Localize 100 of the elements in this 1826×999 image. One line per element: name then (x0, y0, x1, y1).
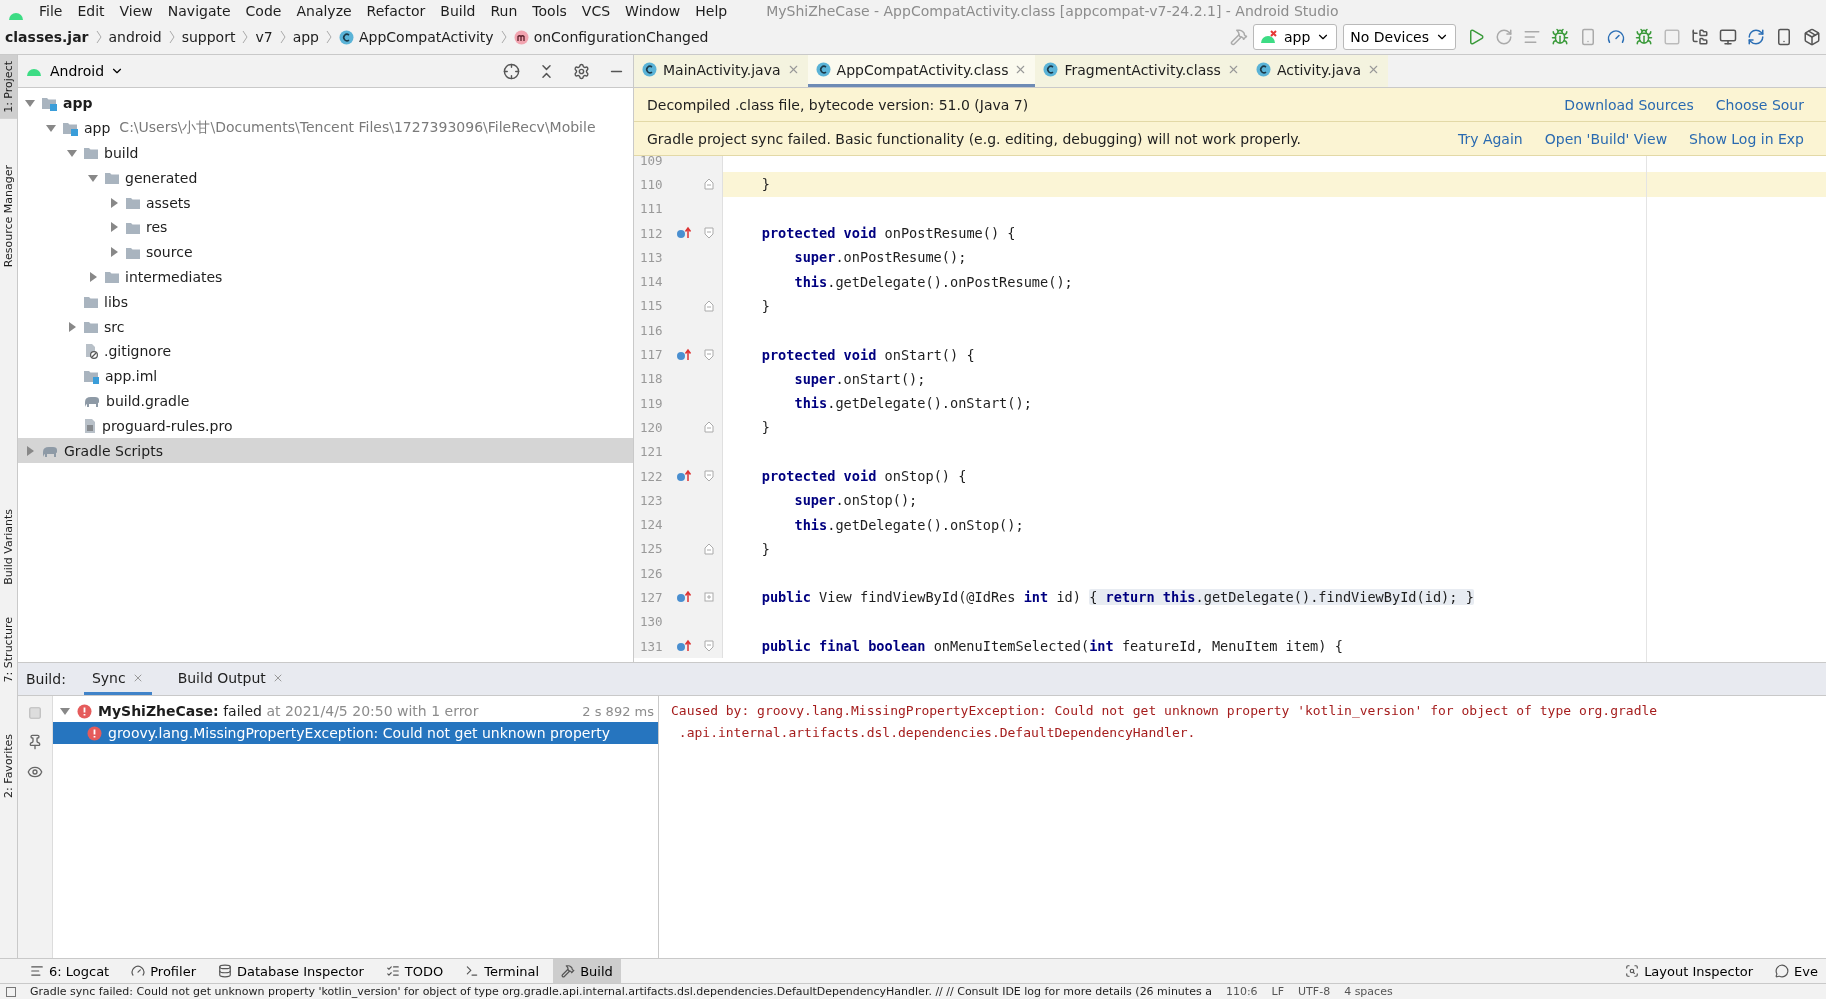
override-icon[interactable] (676, 226, 692, 241)
tool-window-button[interactable]: Layout Inspector (1617, 959, 1762, 983)
editor-tab[interactable]: Activity.java (1247, 55, 1389, 87)
fold-icon[interactable] (704, 640, 714, 653)
tree-item[interactable]: src (18, 314, 633, 339)
editor-tab[interactable]: MainActivity.java (634, 55, 808, 87)
device-dropdown[interactable]: No Devices (1343, 24, 1456, 50)
build-tree-item[interactable]: MyShiZheCase: failed at 2021/4/5 20:50 with 1 error 2 s 892 ms (53, 700, 658, 722)
expand-arrow-icon[interactable] (108, 246, 120, 259)
status-item[interactable]: UTF-8 (1298, 985, 1331, 998)
tree-item[interactable]: build (18, 140, 633, 166)
fold-icon[interactable] (704, 178, 714, 191)
tool-window-tab[interactable]: Resource Manager (0, 158, 17, 273)
menu-item[interactable]: VCS (581, 3, 611, 20)
tool-window-button[interactable]: Build (553, 959, 621, 983)
tool-window-tab[interactable]: 2: Favorites (0, 728, 17, 805)
expand-arrow-icon[interactable] (66, 320, 78, 333)
banner-link[interactable]: Open 'Build' View (1544, 130, 1668, 147)
tool-window-tab[interactable]: Build Variants (0, 503, 17, 591)
breadcrumb[interactable]: classes.jar (5, 29, 89, 45)
eye-icon[interactable] (27, 764, 43, 780)
tree-item[interactable]: Gradle Scripts (18, 438, 633, 463)
override-icon[interactable] (676, 469, 692, 483)
fold-icon[interactable] (704, 421, 714, 434)
menu-item[interactable]: Refactor (366, 3, 426, 20)
tree-item[interactable]: app (18, 91, 633, 116)
banner-link[interactable]: Download Sources (1564, 96, 1694, 113)
breadcrumb[interactable]: onConfigurationChanged (513, 29, 709, 45)
status-item[interactable]: LF (1271, 985, 1285, 998)
project-view-dropdown[interactable]: Android (50, 63, 125, 79)
override-icon[interactable] (676, 639, 692, 654)
tree-item[interactable]: assets (18, 190, 633, 215)
menu-item[interactable]: File (39, 3, 63, 20)
expand-arrow-icon[interactable] (108, 221, 120, 234)
tool-window-button[interactable]: Database Inspector (210, 959, 372, 983)
tree-item[interactable]: app.iml (18, 363, 633, 389)
menu-item[interactable]: Code (245, 3, 282, 20)
build-tab[interactable]: Build Output (169, 663, 292, 695)
pin-icon[interactable] (27, 734, 43, 750)
device-icon[interactable] (1775, 28, 1793, 46)
collapse-arrow-icon[interactable] (59, 705, 71, 717)
build-tab[interactable]: Sync (83, 663, 152, 695)
tree-item[interactable]: res (18, 215, 633, 240)
tree-item[interactable]: libs (18, 289, 633, 315)
tool-window-tab[interactable]: 7: Structure (0, 610, 17, 689)
tool-window-button[interactable]: TODO (377, 959, 452, 983)
menu-item[interactable]: Edit (77, 3, 105, 20)
override-icon[interactable] (676, 590, 692, 605)
debug-attach-icon[interactable] (1635, 28, 1653, 46)
tool-window-button[interactable]: 6: Logcat (22, 959, 118, 983)
breadcrumb[interactable]: android (108, 29, 162, 45)
expand-arrow-icon[interactable] (108, 196, 120, 209)
settings-icon[interactable] (573, 62, 590, 80)
editor-tab[interactable]: AppCompatActivity.class (807, 55, 1036, 87)
bug-icon[interactable] (1551, 28, 1569, 46)
menu-item[interactable]: Navigate (167, 3, 231, 20)
sync-icon[interactable] (1747, 28, 1765, 46)
profile-icon[interactable] (1607, 28, 1625, 46)
tree-item[interactable]: source (18, 239, 633, 265)
tree-item[interactable]: intermediates (18, 264, 633, 290)
expand-arrow-icon[interactable] (24, 444, 36, 457)
breadcrumb[interactable]: app (292, 29, 319, 45)
breadcrumb[interactable]: AppCompatActivity (339, 29, 494, 45)
banner-link[interactable]: Show Log in Exp (1689, 130, 1804, 147)
locate-icon[interactable] (503, 62, 520, 80)
banner-link[interactable]: Try Again (1457, 130, 1523, 147)
menu-item[interactable]: Tools (532, 3, 567, 20)
fold-icon[interactable] (704, 470, 714, 482)
menu-item[interactable]: Help (695, 3, 728, 20)
menu-item[interactable]: Window (625, 3, 681, 20)
run-config-dropdown[interactable]: app (1252, 24, 1338, 50)
tree-item[interactable]: app C:\Users\小甘\Documents\Tencent Files\1727393096\FileRecv\Mobile (18, 115, 633, 141)
tool-window-tab[interactable]: 1: Project (0, 55, 17, 119)
tool-window-button[interactable]: Eve (1767, 959, 1826, 983)
status-item[interactable]: 110:6 (1225, 985, 1258, 998)
fold-icon[interactable] (704, 542, 714, 555)
hammer-icon[interactable] (1229, 28, 1248, 46)
menu-item[interactable]: View (119, 3, 153, 20)
rerun-icon[interactable] (1495, 28, 1513, 46)
breadcrumb[interactable]: support (181, 29, 236, 45)
fold-icon[interactable] (704, 299, 714, 312)
tree-item[interactable]: generated (18, 165, 633, 191)
editor-tab[interactable]: FragmentActivity.class (1035, 55, 1248, 87)
tree-item[interactable]: proguard-rules.pro (18, 413, 633, 439)
menu-item[interactable]: Analyze (296, 3, 352, 20)
tree-item[interactable]: build.gradle (18, 388, 633, 414)
menu-item[interactable]: Run (490, 3, 518, 20)
override-icon[interactable] (676, 347, 692, 362)
collapse-arrow-icon[interactable] (66, 147, 78, 159)
menu-item[interactable]: Build (440, 3, 476, 20)
unfold-icon[interactable] (704, 591, 714, 604)
expand-arrow-icon[interactable] (87, 270, 99, 283)
tool-window-button[interactable]: Profiler (123, 959, 204, 983)
run-icon[interactable] (1467, 28, 1485, 46)
tree-item[interactable]: .gitignore (18, 338, 633, 364)
tool-window-button[interactable]: Terminal (457, 959, 548, 983)
banner-link[interactable]: Choose Sour (1715, 96, 1804, 113)
project-structure-icon[interactable] (1691, 28, 1709, 46)
status-item[interactable]: 4 spaces (1344, 985, 1393, 998)
fold-icon[interactable] (704, 227, 714, 240)
